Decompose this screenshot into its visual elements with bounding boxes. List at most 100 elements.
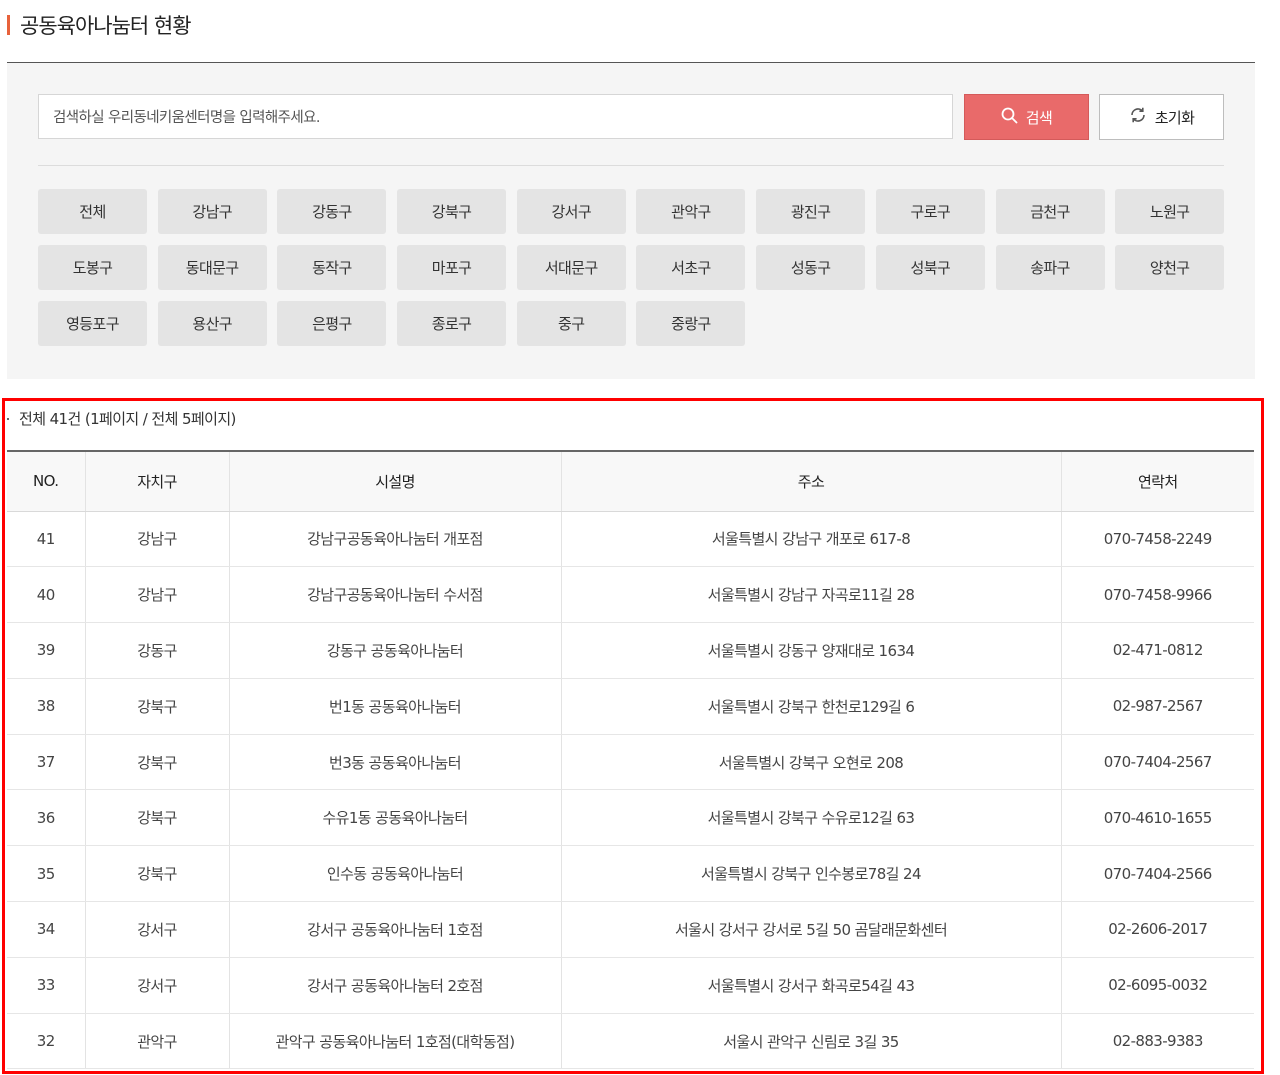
cell-col-district: 관악구 [85,1013,230,1070]
table-row: 32 관악구 관악구 공동육아나눔터 1호점(대학동점) 서울시 관악구 신림로 3길… [7,1013,1254,1070]
cell-col-address: 서울특별시 강동구 양재대로 1634 [561,622,1062,679]
cell-col-address: 서울특별시 강북구 수유로12길 63 [561,789,1062,847]
bullet-icon [7,417,9,420]
district-button[interactable]: 강북구 [397,189,507,234]
cell-col-district: 강동구 [85,622,230,679]
district-button[interactable]: 동작구 [277,245,387,290]
district-button[interactable]: 성동구 [756,245,866,290]
table-body: 41 강남구 강남구공동육아나눔터 개포점 서울특별시 강남구 개포로 617-8 07… [7,511,1254,1070]
cell-col-no: 32 [7,1013,86,1070]
cell-col-facility: 인수동 공동육아나눔터 [229,845,562,903]
cell-col-address: 서울시 관악구 신림로 3길 35 [561,1013,1062,1070]
cell-col-district: 강북구 [85,789,230,847]
table-row: 35 강북구 인수동 공동육아나눔터 서울특별시 강북구 인수봉로78길 24 070-… [7,845,1254,903]
district-button[interactable]: 중구 [516,301,626,346]
table-row: 39 강동구 강동구 공동육아나눔터 서울특별시 강동구 양재대로 1634 02-47… [7,622,1254,679]
facility-table-container: NO. 자치구 시설명 주소 연락처 41 강남구 강남구공동육아나눔터 개포점 서울특별시 … [7,450,1254,1070]
cell-col-district: 강북구 [85,845,230,903]
table-row: 36 강북구 수유1동 공동육아나눔터 서울특별시 강북구 수유로12길 63 070-… [7,789,1254,847]
table-row: 38 강북구 번1동 공동육아나눔터 서울특별시 강북구 한천로129길 6 02-98… [7,678,1254,735]
district-button[interactable]: 강동구 [277,189,387,234]
cell-col-district: 강북구 [85,678,230,735]
search-button-label: 검색 [1025,108,1053,127]
header-col-address: 주소 [561,450,1062,512]
district-button[interactable]: 강남구 [157,189,267,234]
district-button[interactable]: 종로구 [397,301,507,346]
page-header: 공동육아나눔터 현황 [7,10,192,40]
search-panel: 검색하실 우리동네키움센터명을 입력해주세요. 검색 초기화 전체 강남구 강동구 강… [7,63,1255,379]
panel-divider [38,165,1224,166]
header-col-contact: 연락처 [1061,450,1254,512]
district-button[interactable]: 동대문구 [157,245,267,290]
district-button[interactable]: 양천구 [1115,245,1225,290]
cell-col-no: 39 [7,622,86,679]
cell-col-district: 강남구 [85,511,230,568]
cell-col-address: 서울특별시 강북구 한천로129길 6 [561,678,1062,735]
cell-col-contact: 02-883-9383 [1061,1013,1254,1070]
district-button[interactable]: 성북구 [875,245,985,290]
district-button[interactable]: 노원구 [1115,189,1225,234]
cell-col-no: 35 [7,845,86,903]
table-row: 33 강서구 강서구 공동육아나눔터 2호점 서울특별시 강서구 화곡로54길 43 0… [7,957,1254,1014]
cell-col-facility: 번3동 공동육아나눔터 [229,734,562,791]
cell-col-facility: 수유1동 공동육아나눔터 [229,789,562,847]
district-button[interactable]: 마포구 [397,245,507,290]
cell-col-address: 서울특별시 강남구 자곡로11길 28 [561,566,1062,624]
header-col-district: 자치구 [85,450,230,512]
cell-col-contact: 070-4610-1655 [1061,789,1254,847]
search-button[interactable]: 검색 [964,94,1089,140]
cell-col-address: 서울특별시 강북구 오현로 208 [561,734,1062,791]
result-summary: 전체 41건 (1페이지 / 전체 5페이지) [7,408,236,429]
district-button[interactable]: 송파구 [995,245,1105,290]
district-button[interactable]: 금천구 [995,189,1105,234]
cell-col-no: 38 [7,678,86,735]
cell-col-contact: 02-2606-2017 [1061,901,1254,958]
cell-col-facility: 번1동 공동육아나눔터 [229,678,562,735]
cell-col-contact: 070-7458-2249 [1061,511,1254,568]
cell-col-address: 서울특별시 강북구 인수봉로78길 24 [561,845,1062,903]
cell-col-address: 서울시 강서구 강서로 5길 50 곰달래문화센터 [561,901,1062,958]
search-input[interactable]: 검색하실 우리동네키움센터명을 입력해주세요. [38,94,953,139]
cell-col-contact: 02-6095-0032 [1061,957,1254,1014]
cell-col-address: 서울특별시 강남구 개포로 617-8 [561,511,1062,568]
cell-col-no: 36 [7,789,86,847]
cell-col-contact: 070-7458-9966 [1061,566,1254,624]
table-row: 37 강북구 번3동 공동육아나눔터 서울특별시 강북구 오현로 208 070-740… [7,734,1254,791]
cell-col-no: 33 [7,957,86,1014]
district-button[interactable]: 관악구 [636,189,746,234]
district-button[interactable]: 도봉구 [38,245,147,290]
cell-col-contact: 070-7404-2567 [1061,734,1254,791]
district-button[interactable]: 서대문구 [516,245,626,290]
facility-table: NO. 자치구 시설명 주소 연락처 41 강남구 강남구공동육아나눔터 개포점 서울특별시 … [7,450,1254,1070]
cell-col-facility: 관악구 공동육아나눔터 1호점(대학동점) [229,1013,562,1070]
table-row: 41 강남구 강남구공동육아나눔터 개포점 서울특별시 강남구 개포로 617-8 07… [7,511,1254,568]
cell-col-no: 37 [7,734,86,791]
district-button[interactable]: 용산구 [157,301,267,346]
cell-col-facility: 강남구공동육아나눔터 개포점 [229,511,562,568]
district-button[interactable]: 영등포구 [38,301,147,346]
cell-col-contact: 070-7404-2566 [1061,845,1254,903]
cell-col-facility: 강서구 공동육아나눔터 2호점 [229,957,562,1014]
page-title: 공동육아나눔터 현황 [20,14,192,38]
cell-col-no: 40 [7,566,86,624]
district-button[interactable]: 전체 [38,189,147,234]
table-header-row: NO. 자치구 시설명 주소 연락처 [7,450,1254,512]
district-button[interactable]: 강서구 [516,189,626,234]
reset-button[interactable]: 초기화 [1099,94,1224,140]
reset-button-label: 초기화 [1154,108,1195,127]
district-button[interactable]: 서초구 [636,245,746,290]
district-button[interactable]: 은평구 [277,301,387,346]
cell-col-contact: 02-987-2567 [1061,678,1254,735]
cell-col-district: 강북구 [85,734,230,791]
refresh-icon [1129,106,1147,128]
district-button[interactable]: 광진구 [756,189,866,234]
cell-col-facility: 강남구공동육아나눔터 수서점 [229,566,562,624]
search-icon [1001,107,1018,128]
result-count-text: 전체 41건 (1페이지 / 전체 5페이지) [19,410,236,428]
district-button[interactable]: 중랑구 [636,301,746,346]
title-accent-bar [7,15,10,35]
cell-col-no: 34 [7,901,86,958]
cell-col-district: 강남구 [85,566,230,624]
district-button[interactable]: 구로구 [875,189,985,234]
header-col-facility: 시설명 [229,450,562,512]
